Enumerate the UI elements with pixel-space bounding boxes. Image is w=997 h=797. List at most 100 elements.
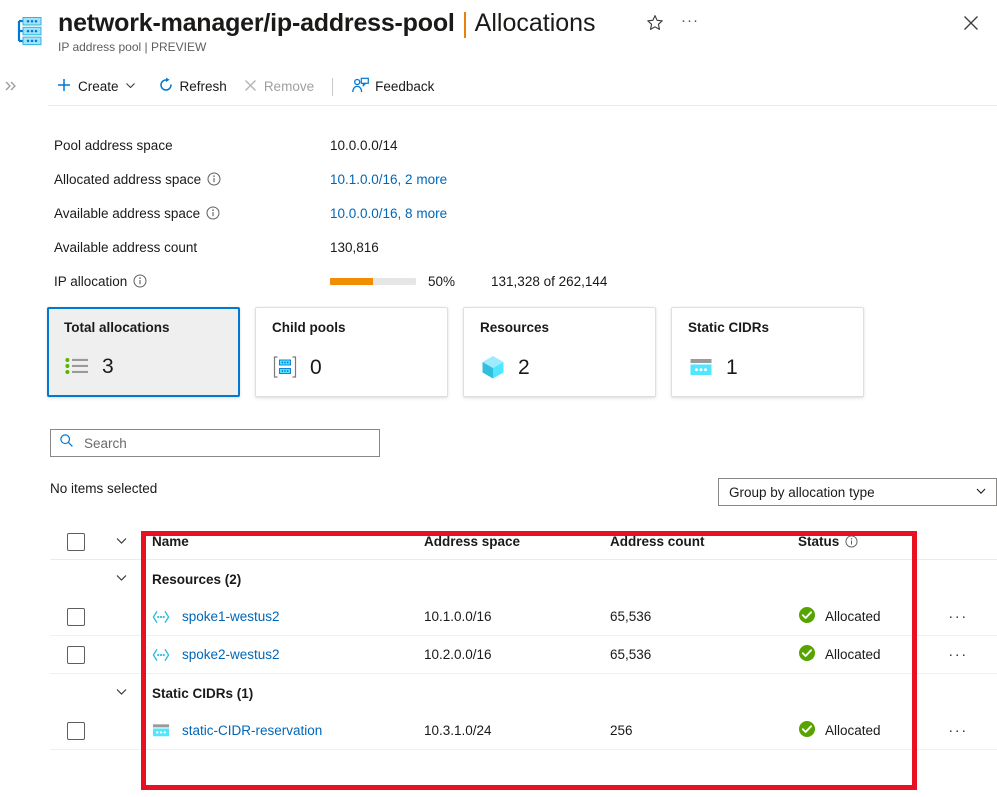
property-row: Available address space 10.0.0.0/16, 8 m… <box>54 196 754 230</box>
status-ok-icon <box>798 606 816 627</box>
column-header-address-space[interactable]: Address space <box>424 534 610 549</box>
table-row[interactable]: spoke1-westus2 10.1.0.0/16 65,536 Alloca… <box>50 598 997 636</box>
card-value: 3 <box>102 354 114 378</box>
row-address-space: 10.2.0.0/16 <box>424 647 492 662</box>
chevron-down-icon <box>975 485 987 500</box>
info-icon[interactable] <box>133 274 147 288</box>
remove-button: Remove <box>235 72 322 102</box>
static-cidr-icon <box>688 354 714 380</box>
card-title: Child pools <box>272 320 346 335</box>
row-name-link[interactable]: static-CIDR-reservation <box>182 723 322 738</box>
search-box[interactable] <box>50 429 380 457</box>
status-ok-icon <box>798 720 816 741</box>
progress-track <box>330 277 416 285</box>
property-value-link[interactable]: 10.1.0.0/16, 2 more <box>330 172 447 187</box>
search-input[interactable] <box>82 434 352 452</box>
chevron-down-icon <box>125 79 142 94</box>
card-title: Static CIDRs <box>688 320 770 335</box>
column-header-address-count[interactable]: Address count <box>610 534 798 549</box>
selection-status: No items selected <box>50 481 158 496</box>
row-name-cell: static-CIDR-reservation <box>140 722 424 740</box>
chevron-down-icon[interactable] <box>115 571 128 587</box>
bulleted-list-icon <box>64 353 90 379</box>
feedback-button-label: Feedback <box>375 79 435 94</box>
row-select-cell <box>50 645 102 664</box>
row-select-cell <box>50 607 102 626</box>
column-header-name[interactable]: Name <box>140 534 424 549</box>
property-value-link[interactable]: 10.0.0.0/16, 8 more <box>330 206 447 221</box>
row-status: Allocated <box>798 606 928 627</box>
card-child-pools[interactable]: Child pools 0 <box>255 307 448 397</box>
ip-allocation-row: IP allocation 50% 131,328 of 262,144 <box>54 264 754 298</box>
card-body: 1 <box>688 354 738 380</box>
row-actions-cell: ··· <box>928 723 988 738</box>
group-by-dropdown[interactable]: Group by allocation type <box>718 478 997 506</box>
property-value: 130,816 <box>330 239 379 255</box>
virtual-network-icon <box>152 608 170 626</box>
card-static-cidrs[interactable]: Static CIDRs 1 <box>671 307 864 397</box>
properties-section: Pool address space 10.0.0.0/14 Allocated… <box>54 128 754 298</box>
command-bar: Create Refresh Remove Feedback <box>48 70 997 103</box>
blade-subtitle: IP address pool | PREVIEW <box>58 40 207 54</box>
create-button-label: Create <box>78 79 119 94</box>
card-resources[interactable]: Resources 2 <box>463 307 656 397</box>
row-address-count: 65,536 <box>610 609 652 624</box>
portal-blade: network-manager/ip-address-pool Allocati… <box>0 0 997 797</box>
card-total-allocations[interactable]: Total allocations 3 <box>47 307 240 397</box>
page-title-resource: network-manager/ip-address-pool <box>58 8 455 37</box>
collapse-all-cell <box>102 534 140 550</box>
chevron-down-icon[interactable] <box>115 685 128 701</box>
progress-absolute: 131,328 of 262,144 <box>491 273 608 289</box>
row-checkbox[interactable] <box>67 607 85 626</box>
feedback-icon <box>351 77 375 97</box>
row-name-cell: spoke1-westus2 <box>140 608 424 626</box>
double-chevron-right-icon[interactable] <box>4 79 18 96</box>
page-title: network-manager/ip-address-pool Allocati… <box>58 6 596 40</box>
column-header-status[interactable]: Status <box>798 534 928 549</box>
row-checkbox[interactable] <box>67 721 85 740</box>
remove-button-label: Remove <box>263 79 315 94</box>
table-row[interactable]: spoke2-westus2 10.2.0.0/16 65,536 Alloca… <box>50 636 997 674</box>
chevron-down-icon[interactable] <box>115 534 128 550</box>
info-icon[interactable] <box>206 206 220 220</box>
close-icon[interactable] <box>959 11 983 35</box>
card-body: 0 <box>272 354 322 380</box>
feedback-button[interactable]: Feedback <box>343 72 442 102</box>
star-icon[interactable] <box>645 13 665 33</box>
row-actions-cell: ··· <box>928 647 988 662</box>
row-address-space: 10.1.0.0/16 <box>424 609 492 624</box>
refresh-icon <box>158 77 180 96</box>
summary-cards: Total allocations 3 Child pools 0 Resour… <box>47 307 864 397</box>
row-name-link[interactable]: spoke2-westus2 <box>182 647 280 662</box>
table-group-header[interactable]: Static CIDRs (1) <box>50 674 997 712</box>
search-icon <box>59 433 74 453</box>
group-by-value: Group by allocation type <box>729 484 875 500</box>
more-actions-button[interactable]: ··· <box>678 12 702 34</box>
title-separator <box>463 12 466 38</box>
row-more-button[interactable]: ··· <box>948 608 968 625</box>
select-all-checkbox[interactable] <box>67 532 85 551</box>
row-more-button[interactable]: ··· <box>948 646 968 663</box>
group-collapse-cell <box>102 685 140 701</box>
table-group-header[interactable]: Resources (2) <box>50 560 997 598</box>
info-icon[interactable] <box>207 172 221 186</box>
property-row: Pool address space 10.0.0.0/14 <box>54 128 754 162</box>
row-checkbox[interactable] <box>67 645 85 664</box>
blade-title-bar: network-manager/ip-address-pool Allocati… <box>0 0 997 68</box>
card-title: Resources <box>480 320 550 335</box>
table-row[interactable]: static-CIDR-reservation 10.3.1.0/24 256 … <box>50 712 997 750</box>
refresh-button[interactable]: Refresh <box>150 72 235 102</box>
close-x-icon <box>243 78 264 96</box>
row-name-cell: spoke2-westus2 <box>140 646 424 664</box>
create-button[interactable]: Create <box>48 72 150 102</box>
row-name-link[interactable]: spoke1-westus2 <box>182 609 280 624</box>
group-label-cell: Static CIDRs (1) <box>140 686 424 701</box>
ip-pool-icon <box>272 354 298 380</box>
command-bar-divider <box>48 105 997 106</box>
card-value: 2 <box>518 355 530 379</box>
ip-address-pool-icon <box>12 14 46 48</box>
row-more-button[interactable]: ··· <box>948 722 968 739</box>
select-all-cell <box>50 532 102 551</box>
row-actions-cell: ··· <box>928 609 988 624</box>
info-icon[interactable] <box>845 535 858 548</box>
